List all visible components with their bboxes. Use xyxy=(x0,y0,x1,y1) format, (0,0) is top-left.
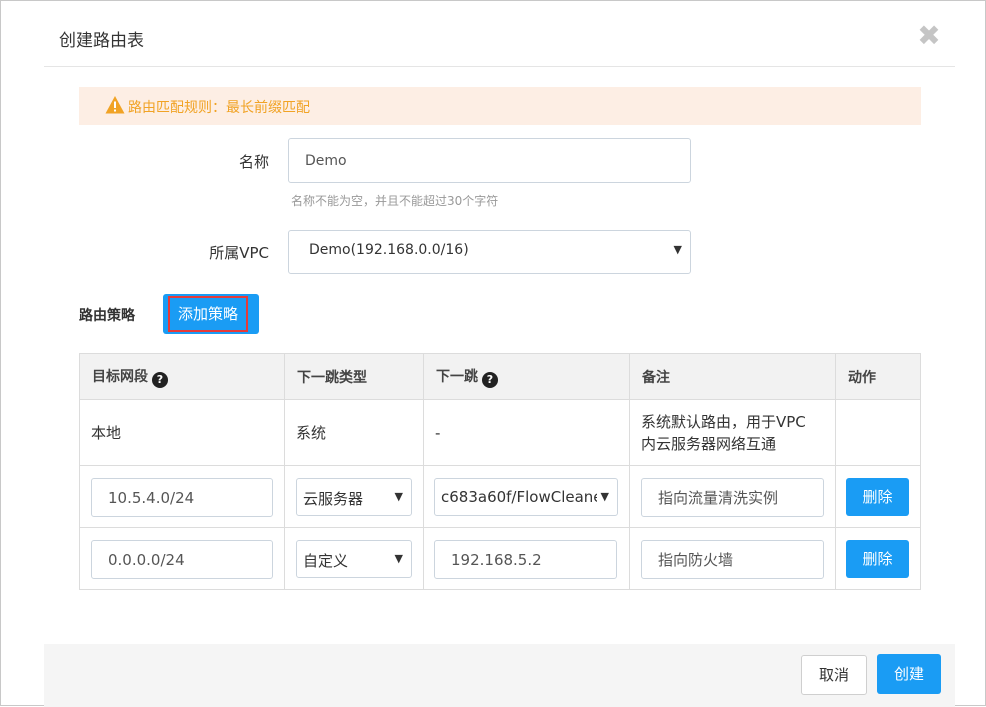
hop-type-select[interactable]: 自定义 ▼ xyxy=(296,540,412,578)
note-cell xyxy=(629,465,836,528)
column-header-next-hop: 下一跳? xyxy=(423,353,630,400)
target-input[interactable] xyxy=(91,478,273,517)
action-cell xyxy=(835,399,921,466)
warning-icon xyxy=(105,96,125,114)
next-hop-select[interactable]: c683a60f/FlowCleane ▼ xyxy=(434,478,618,516)
action-cell: 删除 xyxy=(835,465,921,528)
note-input[interactable] xyxy=(641,478,824,517)
chevron-down-icon: ▼ xyxy=(600,490,609,503)
note-line: 系统默认路由，用于VPC xyxy=(641,412,806,431)
chevron-down-icon: ▼ xyxy=(673,243,682,256)
cancel-button[interactable]: 取消 xyxy=(801,655,867,695)
action-cell: 删除 xyxy=(835,527,921,590)
create-button[interactable]: 创建 xyxy=(877,654,941,694)
column-header-action: 动作 xyxy=(835,353,921,400)
chevron-down-icon: ▼ xyxy=(394,490,403,503)
hop-type-value: 云服务器 xyxy=(303,490,364,508)
next-hop-input[interactable] xyxy=(434,540,617,579)
next-hop-cell xyxy=(423,527,630,590)
next-hop-cell: c683a60f/FlowCleane ▼ xyxy=(423,465,630,528)
close-icon[interactable]: ✖ xyxy=(916,22,942,50)
hop-type-value: 自定义 xyxy=(303,552,349,570)
help-icon[interactable]: ? xyxy=(482,371,498,388)
dialog-header: 创建路由表 ✖ xyxy=(44,1,955,67)
table-row: 本地 系统 - 系统默认路由，用于VPC 内云服务器网络互通 xyxy=(79,399,921,466)
vpc-select[interactable]: Demo(192.168.0.0/16) ▼ xyxy=(288,230,691,274)
note-cell: 系统默认路由，用于VPC 内云服务器网络互通 xyxy=(629,399,836,466)
dialog-title: 创建路由表 xyxy=(59,31,144,51)
name-input[interactable] xyxy=(288,138,691,183)
next-hop-cell: - xyxy=(423,399,630,466)
table-row: 云服务器 ▼ c683a60f/FlowCleane ▼ 删除 xyxy=(79,465,921,528)
delete-button[interactable]: 删除 xyxy=(846,478,909,516)
note-line: 内云服务器网络互通 xyxy=(641,434,777,453)
column-header-target: 目标网段? xyxy=(79,353,285,400)
hop-type-cell: 系统 xyxy=(284,399,424,466)
add-policy-button[interactable]: 添加策略 xyxy=(163,294,259,334)
target-cell: 本地 xyxy=(79,399,285,466)
hop-type-cell: 云服务器 ▼ xyxy=(284,465,424,528)
table-header-row: 目标网段? 下一跳类型 下一跳? 备注 动作 xyxy=(79,353,921,400)
routes-table: 目标网段? 下一跳类型 下一跳? 备注 动作 本地 系统 - 系统默认路由，用于… xyxy=(79,353,921,590)
delete-button[interactable]: 删除 xyxy=(846,540,909,578)
table-row: 自定义 ▼ 删除 xyxy=(79,527,921,590)
target-cell xyxy=(79,527,285,590)
target-input[interactable] xyxy=(91,540,273,579)
target-cell xyxy=(79,465,285,528)
name-label: 名称 xyxy=(238,153,269,171)
chevron-down-icon: ▼ xyxy=(394,552,403,565)
vpc-selected-value: Demo(192.168.0.0/16) xyxy=(309,242,469,258)
create-route-table-dialog: 创建路由表 ✖ 路由匹配规则：最长前缀匹配 名称 名称不能为空，并且不能超过30… xyxy=(0,0,986,707)
vpc-label: 所属VPC xyxy=(209,244,269,262)
next-hop-value: c683a60f/FlowCleane xyxy=(441,488,597,506)
note-input[interactable] xyxy=(641,540,824,579)
note-cell xyxy=(629,527,836,590)
match-rule-alert: 路由匹配规则：最长前缀匹配 xyxy=(79,87,921,125)
help-icon[interactable]: ? xyxy=(152,371,168,388)
route-policy-label: 路由策略 xyxy=(79,308,135,324)
add-policy-label: 添加策略 xyxy=(168,296,248,332)
name-help-text: 名称不能为空，并且不能超过30个字符 xyxy=(291,194,499,208)
hop-type-cell: 自定义 ▼ xyxy=(284,527,424,590)
column-header-hop-type: 下一跳类型 xyxy=(284,353,424,400)
dialog-footer: 取消 创建 xyxy=(44,644,955,707)
hop-type-select[interactable]: 云服务器 ▼ xyxy=(296,478,412,516)
column-header-note: 备注 xyxy=(629,353,836,400)
alert-text: 路由匹配规则：最长前缀匹配 xyxy=(128,100,310,116)
